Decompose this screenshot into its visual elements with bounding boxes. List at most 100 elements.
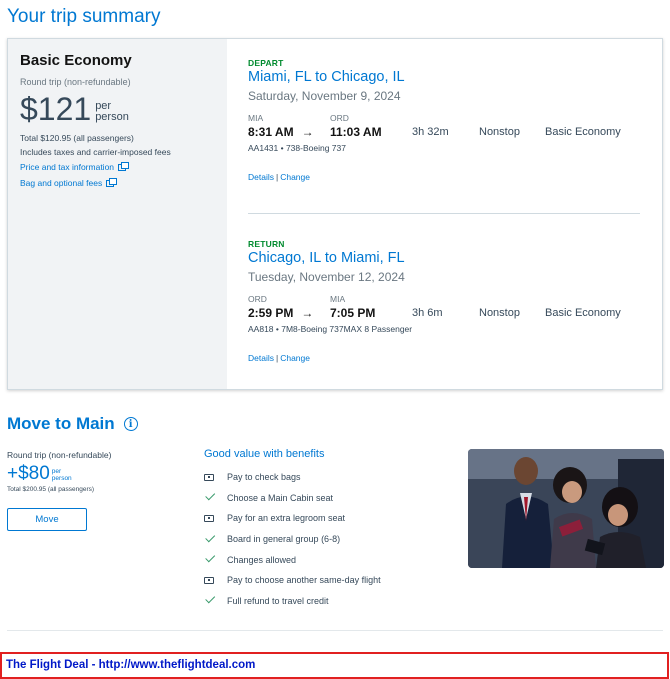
- segment-links: Details | Change: [248, 353, 640, 363]
- trip-summary-card: Basic Economy Round trip (non-refundable…: [7, 38, 663, 390]
- upsell-subtitle: Round trip (non-refundable): [7, 450, 112, 460]
- per-person-label: per person: [95, 101, 129, 123]
- segment-tag: RETURN: [248, 239, 285, 249]
- list-item: Pay to check bags: [204, 467, 381, 488]
- fare-title: Basic Economy: [20, 52, 132, 69]
- destination-code: MIA: [330, 294, 346, 304]
- per-label: per: [51, 468, 62, 475]
- check-icon: [205, 490, 216, 501]
- upsell-title-text: Move to Main: [7, 414, 115, 433]
- depart-time: 8:31 AM: [248, 125, 294, 139]
- list-item: Pay to choose another same-day flight: [204, 570, 381, 591]
- segment-date: Saturday, November 9, 2024: [248, 89, 401, 103]
- fare-fees-note: Includes taxes and carrier-imposed fees: [20, 147, 171, 157]
- section-divider: [7, 630, 663, 631]
- link-separator: |: [275, 353, 279, 363]
- benefit-icon-wrap: [204, 593, 227, 605]
- segment-tag: DEPART: [248, 58, 284, 68]
- benefit-icon-wrap: [204, 532, 227, 544]
- cabin: Basic Economy: [545, 307, 621, 319]
- upsell-total: Total $200.95 (all passengers): [7, 486, 95, 493]
- benefit-text: Pay for an extra legroom seat: [227, 513, 346, 524]
- fare-total: Total $120.95 (all passengers): [20, 133, 134, 143]
- change-link[interactable]: Change: [280, 172, 310, 182]
- list-item: Full refund to travel credit: [204, 591, 381, 612]
- duration: 3h 6m: [412, 307, 443, 319]
- fare-price-row: $121 per person: [20, 93, 215, 125]
- upsell-price-block: Round trip (non-refundable) +$80 per per…: [7, 450, 187, 531]
- segment-date: Tuesday, November 12, 2024: [248, 270, 405, 284]
- arrive-time: 7:05 PM: [330, 306, 376, 320]
- benefit-icon-wrap: [204, 490, 227, 502]
- stops: Nonstop: [479, 126, 520, 138]
- segment-links: Details | Change: [248, 172, 640, 182]
- fare-subtitle: Round trip (non-refundable): [20, 77, 131, 87]
- arrow-right-icon: →: [301, 125, 314, 139]
- check-icon: [205, 593, 216, 604]
- dollar-bag-icon: [204, 576, 214, 584]
- price-tax-link-label: Price and tax information: [20, 162, 115, 172]
- move-button[interactable]: Move: [7, 508, 87, 531]
- arrive-time: 11:03 AM: [330, 125, 382, 139]
- benefit-text: Choose a Main Cabin seat: [227, 492, 334, 503]
- depart-time-cell: 2:59 PM →: [248, 306, 330, 320]
- list-item: Choose a Main Cabin seat: [204, 488, 381, 509]
- fare-price: $121: [20, 91, 92, 127]
- dollar-bag-icon: [204, 473, 214, 481]
- cabin: Basic Economy: [545, 126, 621, 138]
- bag-fees-link-label: Bag and optional fees: [20, 178, 103, 188]
- arrow-right-icon: →: [301, 306, 314, 320]
- benefit-text: Pay to check bags: [227, 472, 301, 483]
- benefit-icon-wrap: [204, 514, 227, 522]
- info-icon[interactable]: i: [123, 417, 138, 431]
- duration: 3h 32m: [412, 126, 449, 138]
- benefit-list: Pay to check bags Choose a Main Cabin se…: [204, 467, 381, 611]
- segment-route: Miami, FL to Chicago, IL: [248, 69, 405, 85]
- benefits-title: Good value with benefits: [204, 448, 325, 460]
- list-item: Board in general group (6-8): [204, 529, 381, 550]
- airport-codes: MIA ORD: [248, 113, 640, 123]
- list-item: Pay for an extra legroom seat: [204, 508, 381, 529]
- benefit-text: Changes allowed: [227, 554, 297, 565]
- external-link-icon: [106, 178, 118, 187]
- details-link[interactable]: Details: [248, 172, 274, 182]
- benefit-icon-wrap: [204, 552, 227, 564]
- change-link[interactable]: Change: [280, 353, 310, 363]
- passengers-photo: [468, 449, 664, 568]
- external-link-icon: [118, 162, 130, 171]
- segment-route: Chicago, IL to Miami, FL: [248, 250, 405, 266]
- upsell-price-row: +$80 per person: [7, 464, 187, 484]
- benefits-block: Good value with benefits Pay to check ba…: [204, 448, 381, 611]
- check-icon: [205, 552, 216, 563]
- times-row: 2:59 PM → 7:05 PM 3h 6m Nonstop Basic Ec…: [248, 306, 640, 320]
- details-link[interactable]: Details: [248, 353, 274, 363]
- link-separator: |: [275, 172, 279, 182]
- depart-time-cell: 8:31 AM →: [248, 125, 330, 139]
- airport-codes: ORD MIA: [248, 294, 640, 304]
- fare-panel: Basic Economy Round trip (non-refundable…: [8, 39, 227, 389]
- bag-fees-link[interactable]: Bag and optional fees: [20, 176, 215, 191]
- page-title: Your trip summary: [7, 6, 161, 27]
- flight-deal-banner[interactable]: The Flight Deal - http://www.theflightde…: [0, 652, 669, 679]
- flight-info: AA818 • 7M8-Boeing 737MAX 8 Passenger: [248, 324, 413, 334]
- price-tax-link[interactable]: Price and tax information: [20, 160, 215, 175]
- benefit-icon-wrap: [204, 473, 227, 481]
- person-label: person: [95, 111, 129, 123]
- list-item: Changes allowed: [204, 549, 381, 570]
- dollar-bag-icon: [204, 514, 214, 522]
- upsell-title: Move to Main i: [7, 414, 138, 434]
- destination-code: ORD: [330, 113, 349, 123]
- origin-code: ORD: [248, 294, 267, 304]
- segment-return: RETURN Chicago, IL to Miami, FL Tuesday,…: [248, 239, 640, 363]
- segment-depart: DEPART Miami, FL to Chicago, IL Saturday…: [248, 58, 640, 182]
- benefit-text: Board in general group (6-8): [227, 534, 341, 545]
- flight-segments: DEPART Miami, FL to Chicago, IL Saturday…: [227, 39, 662, 389]
- segment-divider: [248, 213, 640, 214]
- person-label: person: [51, 475, 72, 482]
- stops: Nonstop: [479, 307, 520, 319]
- upsell-per-person: per person: [52, 468, 72, 482]
- passengers-photo-illustration: [468, 449, 664, 568]
- origin-code: MIA: [248, 113, 264, 123]
- check-icon: [205, 532, 216, 542]
- benefit-icon-wrap: [204, 576, 227, 584]
